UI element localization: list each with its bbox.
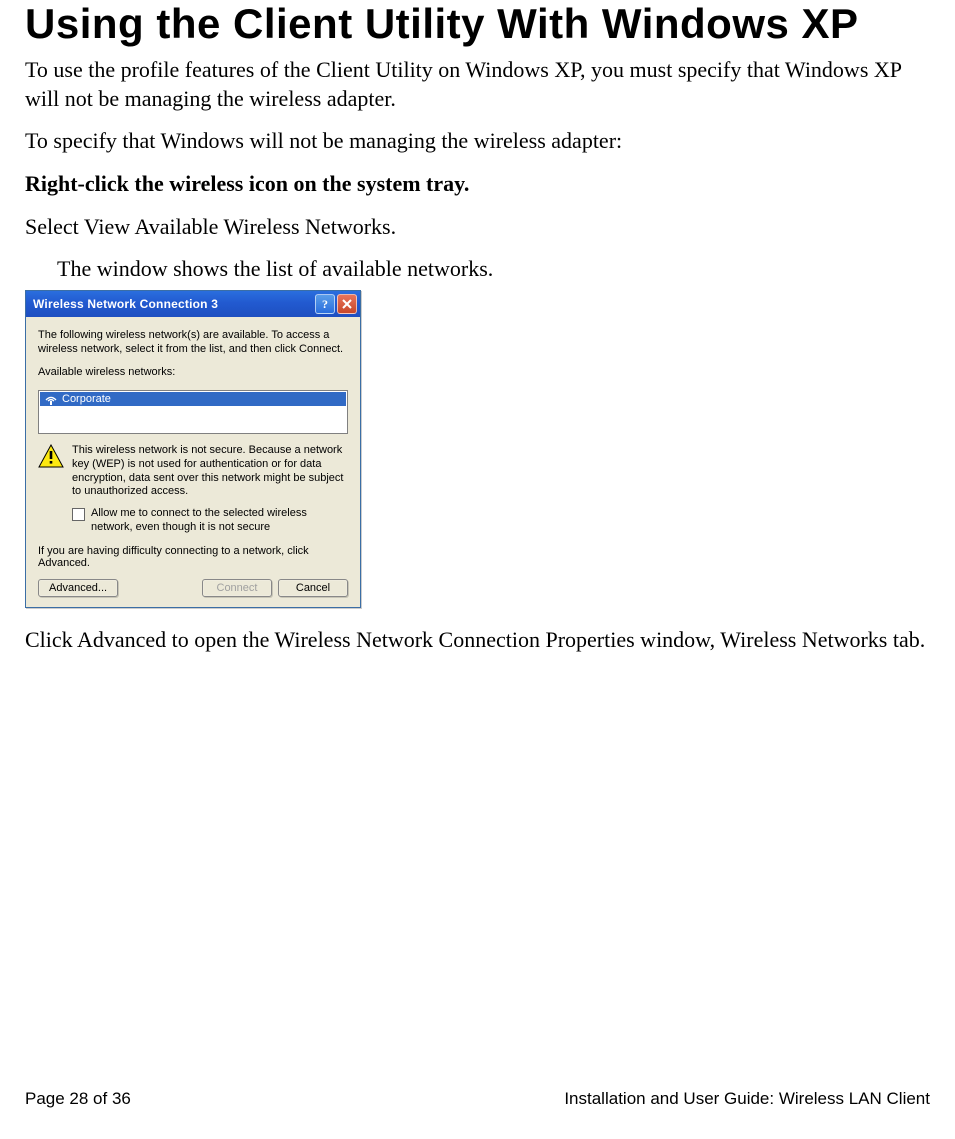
dialog-titlebar: Wireless Network Connection 3 ? xyxy=(26,291,360,317)
connect-button[interactable]: Connect xyxy=(202,579,272,597)
intro-paragraph: To use the profile features of the Clien… xyxy=(25,56,930,113)
dialog-intro: The following wireless network(s) are av… xyxy=(38,329,348,357)
allow-connect-label: Allow me to connect to the selected wire… xyxy=(91,507,348,535)
wireless-connection-dialog: Wireless Network Connection 3 ? The foll… xyxy=(25,290,361,608)
warning-text: This wireless network is not secure. Bec… xyxy=(72,444,348,499)
page-footer: Page 28 of 36 Installation and User Guid… xyxy=(25,1089,930,1109)
help-button[interactable]: ? xyxy=(315,294,335,314)
help-icon: ? xyxy=(320,298,330,310)
warning-icon xyxy=(38,444,64,468)
step-result: The window shows the list of available n… xyxy=(57,255,930,284)
cancel-button[interactable]: Cancel xyxy=(278,579,348,597)
close-icon xyxy=(342,299,352,309)
dialog-title: Wireless Network Connection 3 xyxy=(33,297,315,311)
network-name: Corporate xyxy=(62,393,111,405)
advice-text: If you are having difficulty connecting … xyxy=(38,545,348,569)
after-dialog-paragraph: Click Advanced to open the Wireless Netw… xyxy=(25,626,930,655)
networks-listbox[interactable]: Corporate xyxy=(38,390,348,434)
step-select: Select View Available Wireless Networks. xyxy=(25,213,930,242)
available-networks-label: Available wireless networks: xyxy=(38,366,348,380)
step-right-click: Right-click the wireless icon on the sys… xyxy=(25,170,930,199)
specify-paragraph: To specify that Windows will not be mana… xyxy=(25,127,930,156)
network-icon xyxy=(44,394,58,405)
advanced-button[interactable]: Advanced... xyxy=(38,579,118,597)
allow-connect-checkbox[interactable] xyxy=(72,508,85,521)
network-item-selected[interactable]: Corporate xyxy=(40,392,346,406)
svg-text:?: ? xyxy=(322,298,328,310)
close-button[interactable] xyxy=(337,294,357,314)
page-heading: Using the Client Utility With Windows XP xyxy=(25,0,930,48)
page-number: Page 28 of 36 xyxy=(25,1089,131,1109)
guide-title: Installation and User Guide: Wireless LA… xyxy=(564,1089,930,1109)
